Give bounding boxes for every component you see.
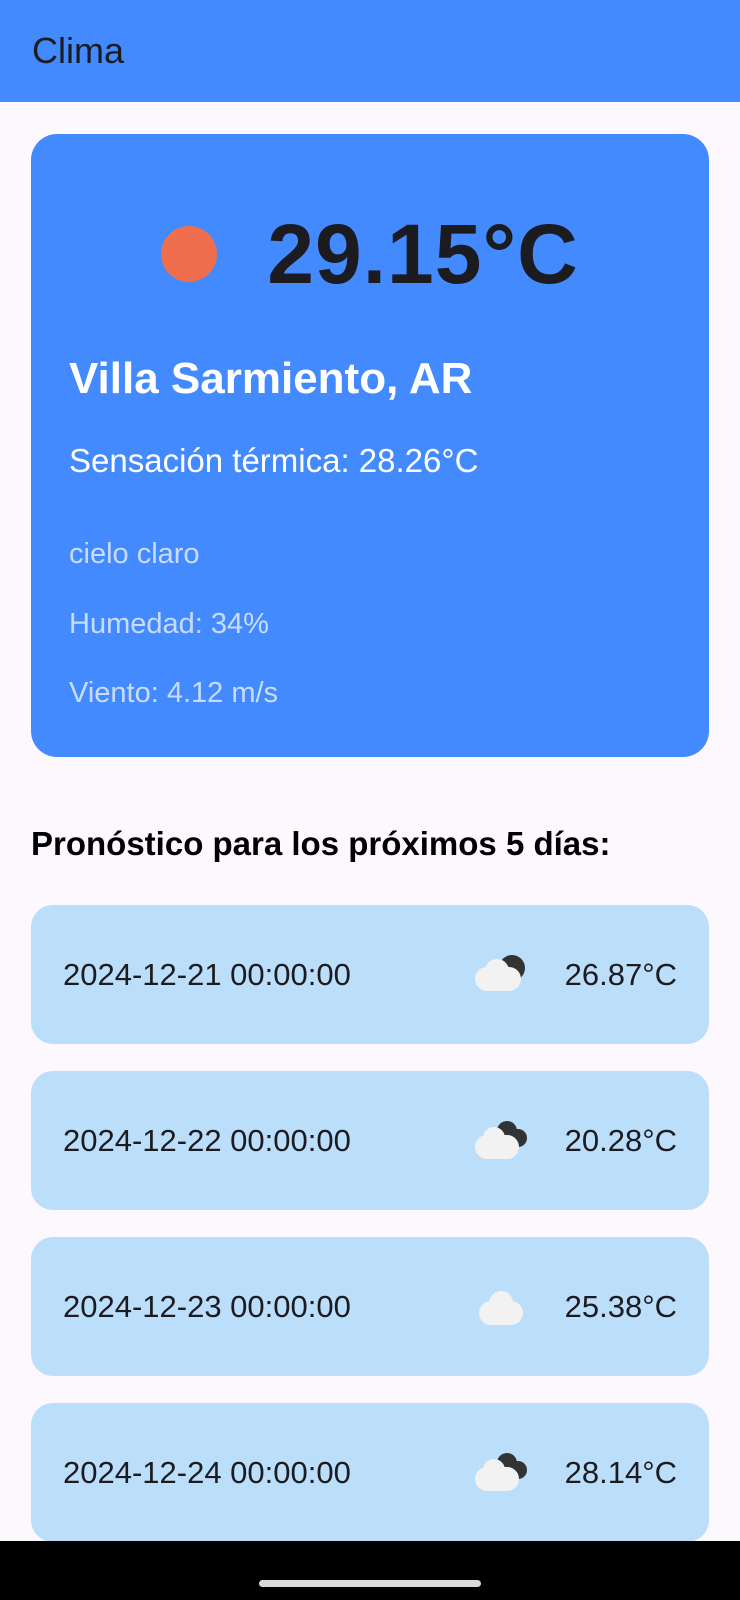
forecast-temperature: 26.87°C [564,956,677,992]
broken-clouds-icon [474,1452,531,1493]
forecast-item: 2024-12-22 00:00:00 20.28°C [31,1071,709,1210]
humidity: Humedad: 34% [69,608,269,640]
forecast-item: 2024-12-21 00:00:00 26.87°C [31,905,709,1044]
sun-icon [161,226,218,282]
home-gesture-handle[interactable] [259,1580,481,1587]
forecast-temperature: 28.14°C [564,1454,677,1490]
forecast-date: 2024-12-21 00:00:00 [63,956,351,992]
weather-description: cielo claro [69,538,200,570]
broken-clouds-icon [474,1120,531,1161]
forecast-title: Pronóstico para los próximos 5 días: [31,825,611,862]
forecast-temperature: 20.28°C [564,1122,677,1158]
forecast-item: 2024-12-23 00:00:00 25.38°C [31,1237,709,1376]
forecast-date: 2024-12-24 00:00:00 [63,1454,351,1490]
feels-like: Sensación térmica: 28.26°C [69,442,479,479]
forecast-item: 2024-12-24 00:00:00 28.14°C [31,1403,709,1541]
forecast-list[interactable]: 2024-12-21 00:00:00 26.87°C 2024-12-22 0… [0,905,740,1541]
wind-speed: Viento: 4.12 m/s [69,677,279,709]
forecast-temperature: 25.38°C [564,1288,677,1324]
cloud-icon [475,1287,531,1327]
cloud-moon-icon [474,954,531,995]
current-temperature-row: 29.15°C [31,184,709,324]
forecast-date: 2024-12-23 00:00:00 [63,1288,351,1324]
app-title: Clima [32,30,125,71]
current-temperature: 29.15°C [267,206,579,301]
city-name: Villa Sarmiento, AR [69,354,473,403]
system-navigation-bar [0,1541,740,1600]
current-weather-card: 29.15°C Villa Sarmiento, AR Sensación té… [31,134,709,757]
app-bar: Clima [0,0,740,102]
forecast-date: 2024-12-22 00:00:00 [63,1122,351,1158]
